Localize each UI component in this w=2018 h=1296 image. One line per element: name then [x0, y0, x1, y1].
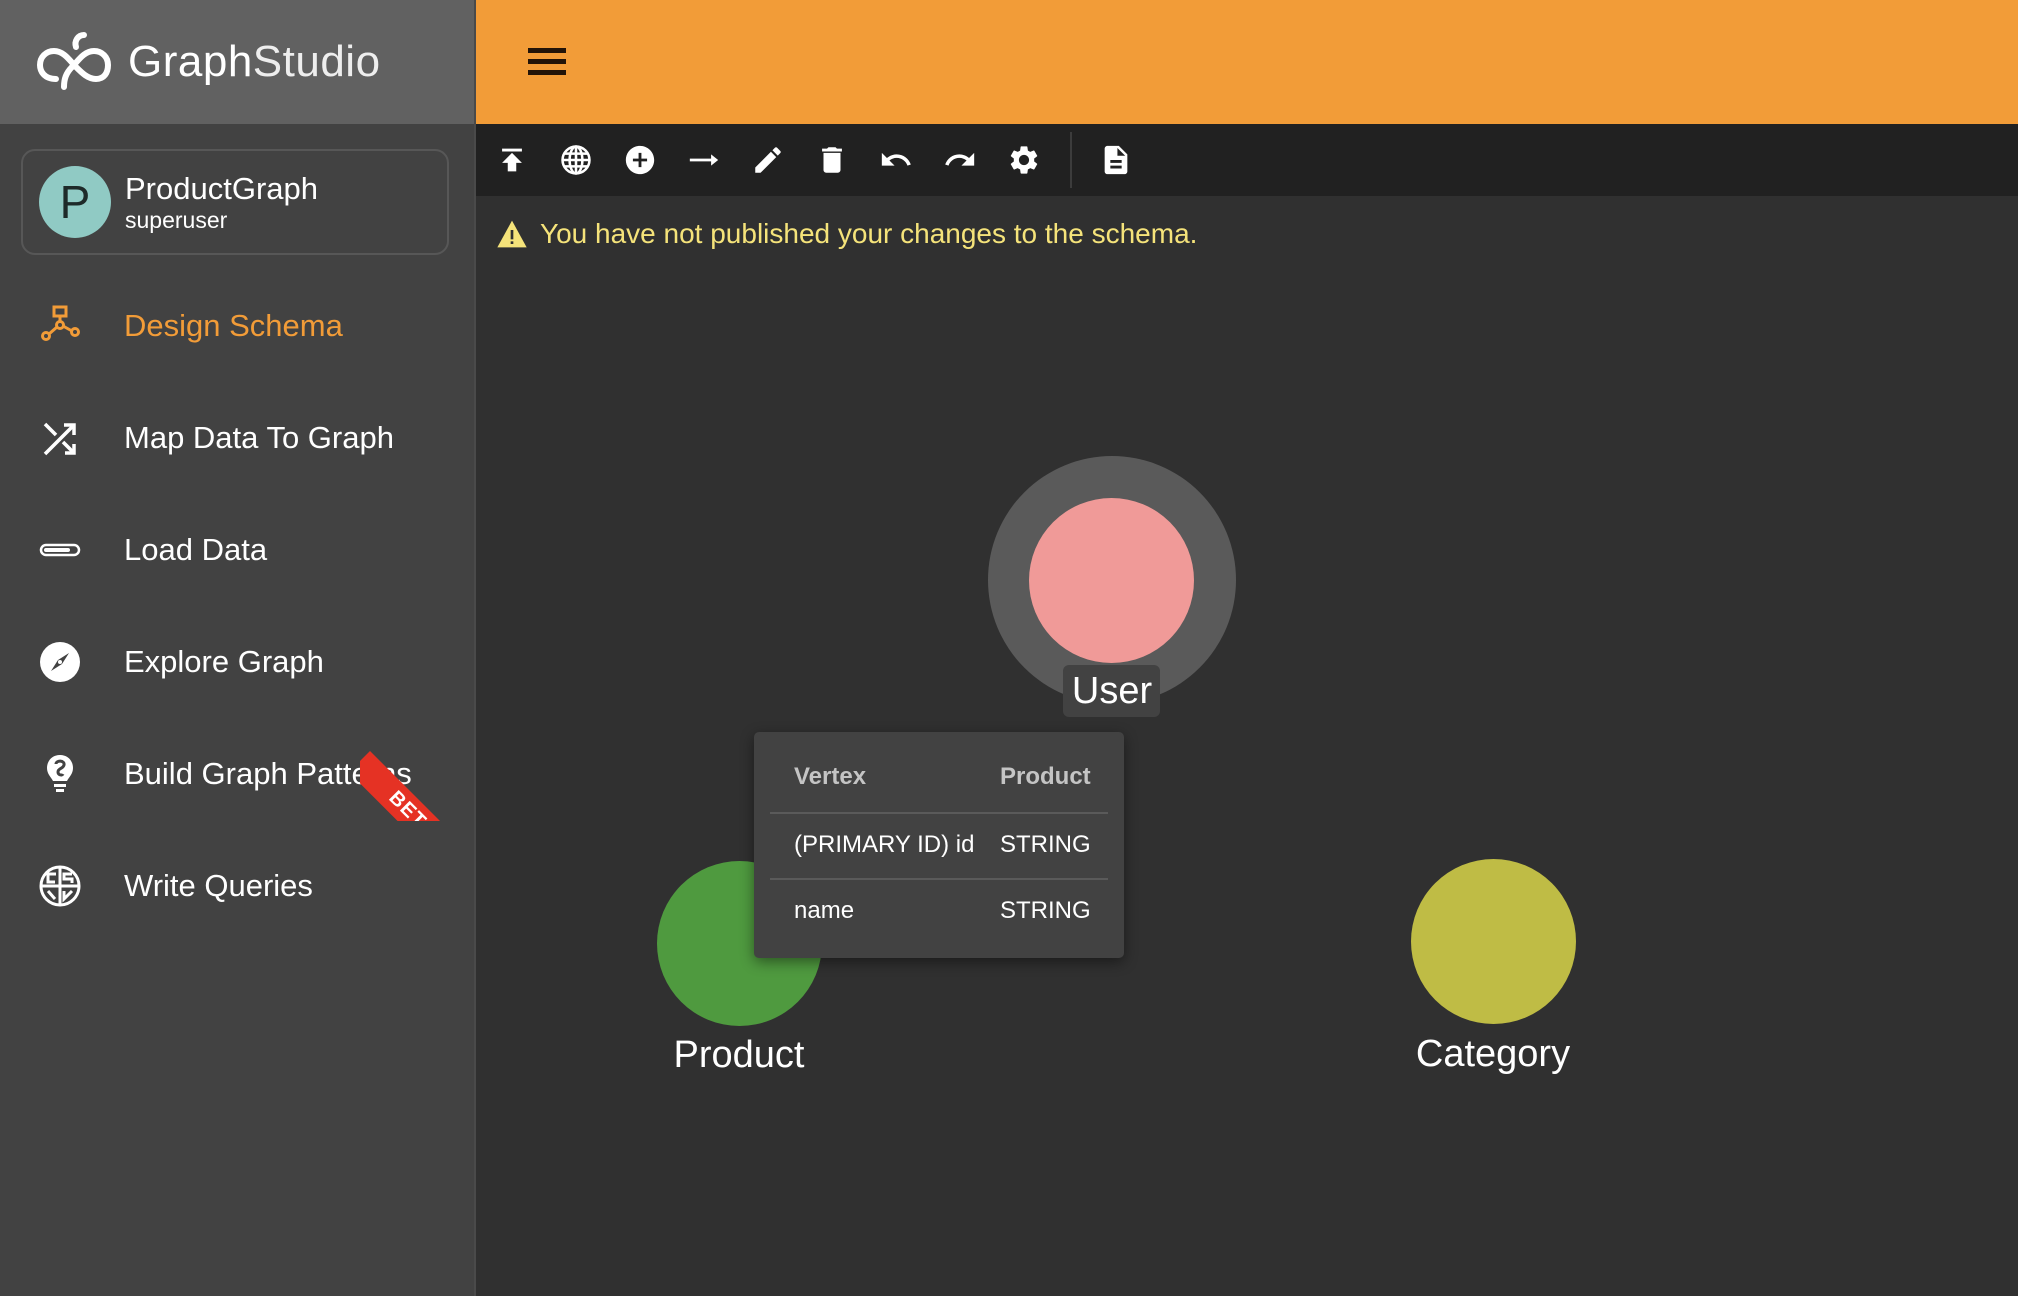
hamburger-icon-line	[528, 48, 566, 53]
app-title-light: Studio	[252, 37, 381, 86]
toolbar-divider	[1070, 132, 1072, 188]
attribute-name: name	[794, 897, 855, 924]
graph-selector[interactable]: P ProductGraph superuser	[21, 149, 449, 255]
tooltip-header-value: Product	[1000, 763, 1091, 790]
tooltip-header-label: Vertex	[794, 763, 867, 790]
sidebar-item-map-data[interactable]: Map Data To Graph	[0, 398, 474, 478]
publish-schema-button[interactable]	[490, 138, 534, 182]
sidebar-item-label: Design Schema	[124, 308, 343, 343]
schema-icon	[38, 304, 82, 348]
progress-bar-icon	[38, 528, 82, 572]
global-types-button[interactable]	[554, 138, 598, 182]
sidebar: GraphStudio P ProductGraph superuser Des…	[0, 0, 476, 1296]
arrow-right-icon	[689, 154, 719, 166]
vertex-user[interactable]	[1029, 498, 1194, 663]
hamburger-icon-line	[528, 59, 566, 64]
undo-icon	[881, 152, 911, 166]
redo-button[interactable]	[938, 138, 982, 182]
graph-name: ProductGraph	[125, 171, 318, 206]
attribute-type: STRING	[1000, 897, 1091, 924]
sidebar-item-load-data[interactable]: Load Data	[0, 510, 474, 590]
gear-icon	[1010, 146, 1038, 174]
vertex-tooltip: Vertex Product (PRIMARY ID) id STRING na…	[754, 732, 1124, 958]
vertex-category[interactable]	[1411, 859, 1576, 1024]
sidebar-item-label: Write Queries	[124, 868, 313, 903]
delete-button[interactable]	[810, 138, 854, 182]
app-title: GraphStudio	[128, 37, 381, 87]
document-icon	[1104, 145, 1128, 175]
schema-toolbar	[476, 124, 2018, 196]
settings-button[interactable]	[1002, 138, 1046, 182]
sidebar-item-write-queries[interactable]: Write Queries	[0, 846, 474, 926]
add-edge-button[interactable]	[682, 138, 726, 182]
top-bar	[476, 0, 2018, 124]
undo-button[interactable]	[874, 138, 918, 182]
shuffle-icon	[38, 416, 82, 460]
sidebar-item-label: Build Graph Patterns	[124, 756, 412, 791]
lightbulb-icon	[38, 752, 82, 796]
attribute-type: STRING	[1000, 831, 1091, 858]
tooltip-row: (PRIMARY ID) id STRING	[770, 812, 1108, 878]
pencil-icon	[755, 147, 781, 173]
tooltip-row: name STRING	[770, 878, 1108, 944]
publish-icon	[502, 148, 522, 172]
graphstudio-logo-icon	[36, 32, 112, 90]
menu-button[interactable]	[528, 48, 566, 76]
logo[interactable]: GraphStudio	[0, 0, 474, 124]
add-circle-icon	[625, 145, 655, 175]
globe-icon	[561, 145, 591, 175]
schema-canvas[interactable]	[476, 196, 2018, 1296]
sidebar-item-design-schema[interactable]: Design Schema	[0, 286, 474, 366]
compass-icon	[38, 640, 82, 684]
user-role: superuser	[125, 207, 228, 233]
trash-icon	[822, 147, 842, 173]
hamburger-icon-line	[528, 70, 566, 75]
sidebar-item-explore-graph[interactable]: Explore Graph	[0, 622, 474, 702]
add-vertex-button[interactable]	[618, 138, 662, 182]
attribute-name: (PRIMARY ID) id	[794, 831, 975, 858]
sidebar-item-label: Explore Graph	[124, 644, 324, 679]
app-root: GraphStudio P ProductGraph superuser Des…	[0, 0, 2018, 1296]
sidebar-item-label: Load Data	[124, 532, 268, 567]
sidebar-item-label: Map Data To Graph	[124, 420, 394, 455]
vertex-product-label[interactable]: Product	[674, 1034, 805, 1077]
vertex-user-label[interactable]: User	[1072, 670, 1152, 713]
sidebar-item-build-graph-patterns[interactable]: Build Graph Patterns	[0, 734, 474, 814]
app-title-bold: Graph	[128, 37, 253, 86]
tooltip-header-row: Vertex Product	[770, 744, 1108, 810]
vertex-category-label[interactable]: Category	[1416, 1033, 1570, 1076]
export-schema-button[interactable]	[1094, 138, 1138, 182]
avatar: P	[39, 166, 111, 238]
redo-icon	[945, 152, 975, 166]
edit-button[interactable]	[746, 138, 790, 182]
gsql-icon	[38, 864, 82, 908]
